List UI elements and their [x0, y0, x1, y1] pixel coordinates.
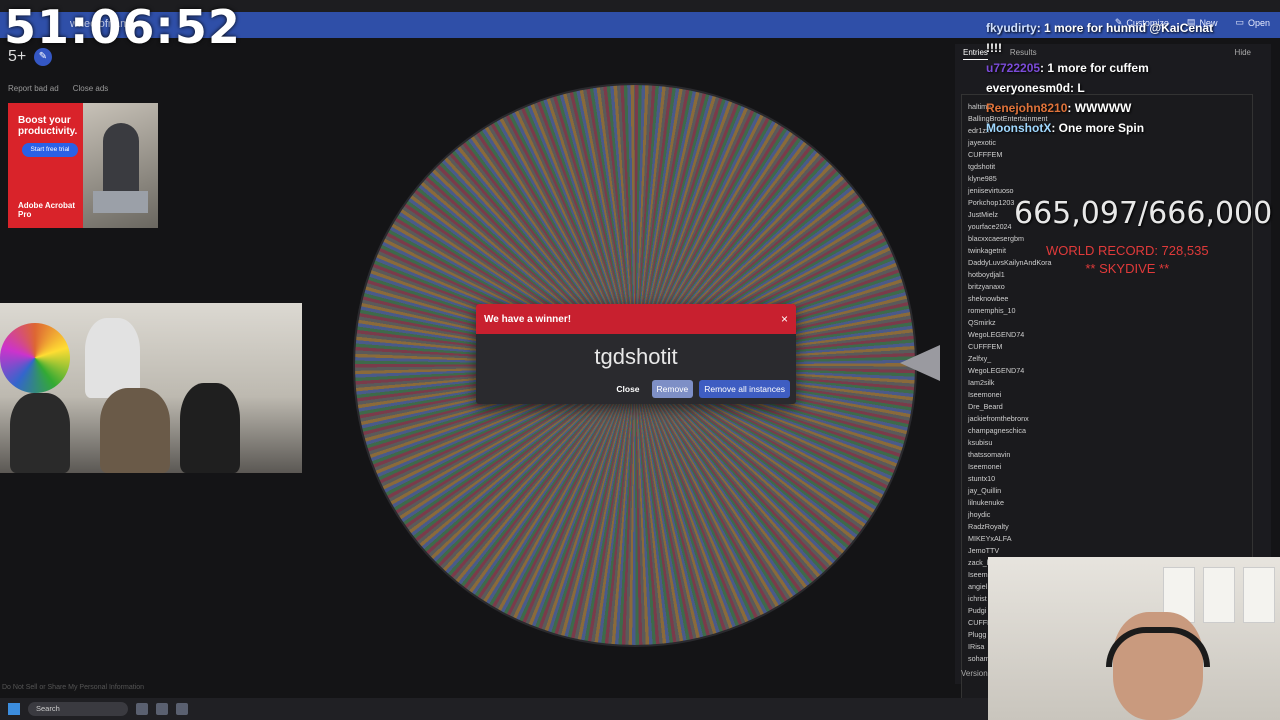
- entry-item: jackiefromthebronx: [968, 414, 1029, 423]
- entry-item: stuntx10: [968, 474, 996, 483]
- ad-banner[interactable]: Boost your productivity. Start free tria…: [8, 103, 158, 228]
- tab-entries[interactable]: Entries: [963, 48, 988, 60]
- entry-item: CUFFFEM: [968, 150, 1003, 159]
- entry-item: MIKEYxALFA: [968, 534, 1012, 543]
- pencil-icon[interactable]: ✎: [34, 48, 52, 66]
- webcam-person: [0, 323, 70, 393]
- entry-item: CUFFFEM: [968, 342, 1003, 351]
- dialog-actions: Close Remove Remove all instances: [610, 380, 790, 398]
- dialog-header: We have a winner! ×: [476, 304, 796, 334]
- remove-button[interactable]: Remove: [651, 380, 694, 398]
- ad-headline: Boost your productivity.: [18, 115, 78, 137]
- chat-overlay: fkyudirty: 1 more for hunnid @KaiCenat !…: [986, 18, 1213, 138]
- close-button[interactable]: Close: [610, 384, 645, 394]
- menu-open[interactable]: ▭ Open: [1235, 17, 1270, 28]
- chat-line: u7722205: 1 more for cuffem: [986, 61, 1149, 75]
- world-record: WORLD RECORD: 728,535 ** SKYDIVE **: [1046, 243, 1209, 276]
- entry-item: sheknowbee: [968, 294, 1009, 303]
- dialog-title: We have a winner!: [484, 313, 572, 325]
- winner-dialog: We have a winner! × tgdshotit Close Remo…: [476, 304, 796, 404]
- entry-item: Iseemonei: [968, 462, 1002, 471]
- entry-item: ksubisu: [968, 438, 993, 447]
- chat-line: Renejohn8210: WWWWW: [986, 101, 1132, 115]
- version-label: Version: [961, 669, 988, 678]
- entry-item: britzyanaxo: [968, 282, 1005, 291]
- webcam-person: [10, 393, 70, 473]
- chat-line: everyonesm0d: L: [986, 81, 1085, 95]
- webcam-person: [100, 388, 170, 473]
- entry-item: Iseemonei: [968, 390, 1002, 399]
- do-not-sell-link[interactable]: Do Not Sell or Share My Personal Informa…: [2, 684, 144, 691]
- close-ads-link[interactable]: Close ads: [73, 84, 109, 93]
- app-icon[interactable]: [176, 703, 188, 715]
- entry-item: thatssomavin: [968, 450, 1011, 459]
- entry-item: romemphis_10: [968, 306, 1016, 315]
- ad-links: Report bad ad Close ads: [8, 84, 108, 93]
- remove-all-button[interactable]: Remove all instances: [699, 380, 790, 398]
- entry-item: tgdshotit: [968, 162, 996, 171]
- stream-timer: 51:06:52: [4, 0, 241, 54]
- count-badge: 5+: [8, 48, 27, 65]
- entry-item: WegoLEGEND74: [968, 330, 1025, 339]
- webcam-person: [180, 383, 240, 473]
- taskbar: Search: [0, 698, 988, 720]
- report-ad-link[interactable]: Report bad ad: [8, 84, 59, 93]
- screen: wheelofnames ✎ Customize ▤ New ▭ Open 51:06…: [0, 0, 1280, 720]
- entry-item: lilnukenuke: [968, 498, 1004, 507]
- folder-icon[interactable]: [156, 703, 168, 715]
- ad-cta-button[interactable]: Start free trial: [22, 143, 78, 157]
- entry-item: QSmirkz: [968, 318, 996, 327]
- entry-item: JemoTTV: [968, 546, 1000, 555]
- hide-checkbox[interactable]: Hide: [1235, 48, 1251, 57]
- chat-line: fkyudirty: 1 more for hunnid @KaiCenat: [986, 21, 1214, 35]
- entry-item: champagneschica: [968, 426, 1026, 435]
- webcam-window: [1203, 567, 1235, 623]
- entry-item: RadzRoyalty: [968, 522, 1009, 531]
- chat-line: !!!!: [986, 41, 1002, 55]
- close-icon[interactable]: ×: [781, 312, 788, 326]
- entry-item: jay_Quillin: [968, 486, 1002, 495]
- taskbar-search[interactable]: Search: [28, 702, 128, 716]
- winner-name: tgdshotit: [594, 344, 678, 369]
- entry-item: Zelfxy_: [968, 354, 992, 363]
- windows-start-icon[interactable]: [8, 703, 20, 715]
- entry-item: WegoLEGEND74: [968, 366, 1025, 375]
- entry-item: Iam2silk: [968, 378, 995, 387]
- folder-icon: ▭: [1235, 17, 1244, 27]
- webcam-left: [0, 303, 302, 473]
- entry-item: jayexotic: [968, 138, 996, 147]
- webcam-person: [85, 318, 140, 398]
- wheel-pointer: [900, 345, 940, 381]
- webcam-right: [988, 557, 1280, 720]
- sub-counter: 665,097/666,000: [1014, 196, 1273, 231]
- ad-brand: Adobe Acrobat Pro: [18, 201, 76, 219]
- ad-laptop: [93, 191, 148, 213]
- webcam-window: [1243, 567, 1275, 623]
- chat-line: MoonshotX: One more Spin: [986, 121, 1145, 135]
- entry-item: Dre_Beard: [968, 402, 1003, 411]
- chrome-icon[interactable]: [136, 703, 148, 715]
- entry-item: jhoydic: [968, 510, 991, 519]
- entry-item: klyne985: [968, 174, 997, 183]
